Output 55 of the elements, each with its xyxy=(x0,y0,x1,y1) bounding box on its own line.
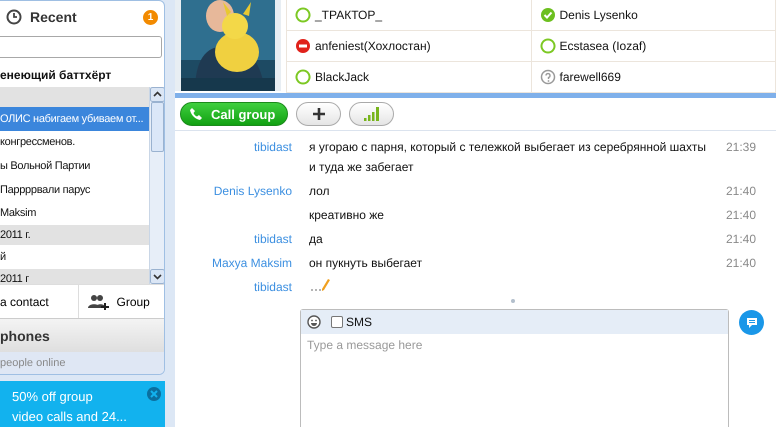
message-text: креативно же xyxy=(309,207,385,224)
participant-name: farewell669 xyxy=(560,70,621,84)
resize-handle[interactable] xyxy=(511,299,515,303)
close-icon xyxy=(147,387,161,401)
message-time: 21:40 xyxy=(726,183,758,200)
sms-checkbox[interactable]: SMS xyxy=(331,315,372,329)
add-button[interactable] xyxy=(296,102,342,126)
plus-icon xyxy=(312,108,325,120)
status-online-icon xyxy=(540,38,556,54)
people-plus-icon xyxy=(86,294,108,310)
sidebar-title: Recent xyxy=(30,9,78,25)
message-text: да xyxy=(309,231,324,248)
phone-icon xyxy=(189,107,203,121)
participant-name: anfeniest(Хохлостан) xyxy=(315,39,431,53)
recent-item[interactable]: й xyxy=(0,244,149,269)
date-row: 2011 г xyxy=(0,268,149,284)
scroll-up-icon xyxy=(150,87,164,102)
signal-icon xyxy=(364,107,380,121)
status-online-icon xyxy=(295,7,311,23)
scroll-thumb[interactable] xyxy=(150,102,164,152)
status-online-icon xyxy=(295,69,311,85)
scroll-down-icon xyxy=(150,269,164,284)
message-text: лол xyxy=(309,183,331,200)
speech-bubble-icon xyxy=(744,316,758,330)
status-check-icon xyxy=(540,7,556,23)
recent-item[interactable]: конгрессменов. xyxy=(0,130,149,154)
participant-name: BlackJack xyxy=(315,70,370,84)
typing-pencil-icon xyxy=(309,277,331,291)
status-unknown-icon xyxy=(540,69,556,85)
participant-name: Ecstasea (Iozaf) xyxy=(560,39,646,53)
send-button[interactable] xyxy=(739,310,764,335)
date-row: 2011 г. xyxy=(0,224,149,245)
recent-item[interactable]: Maksim xyxy=(0,201,149,225)
message-text: он пукнуть выбегает xyxy=(309,255,424,272)
clock-icon xyxy=(6,9,22,25)
message-time: 21:40 xyxy=(726,207,758,224)
status-text: people online xyxy=(0,352,164,374)
section-title: phones xyxy=(0,318,164,352)
recent-item[interactable]: ы Вольной Партии xyxy=(0,154,149,178)
promo-text: 50% off group video calls and 24... xyxy=(12,388,128,426)
scrollbar[interactable] xyxy=(149,87,164,284)
recent-item[interactable]: Паррррвали парус xyxy=(0,178,149,202)
message-time: 21:39 xyxy=(726,139,758,156)
message-composer[interactable]: SMS Type a message here xyxy=(300,309,729,427)
participant-name: _ТРАКТОР_ xyxy=(315,8,382,22)
search-field[interactable] xyxy=(0,36,162,58)
call-quality-button[interactable] xyxy=(349,102,394,126)
recent-item[interactable]: ОЛИС набигаем убиваем от... xyxy=(0,107,149,131)
group-title: енеющий баттхёрт xyxy=(0,66,112,84)
message-time: 21:40 xyxy=(726,255,758,272)
participant-name: Denis Lysenko xyxy=(560,8,638,22)
smiley-icon xyxy=(307,315,321,329)
status-busy-icon xyxy=(295,38,311,54)
count-badge: 1 xyxy=(143,10,158,24)
message-time: 21:40 xyxy=(726,231,758,248)
